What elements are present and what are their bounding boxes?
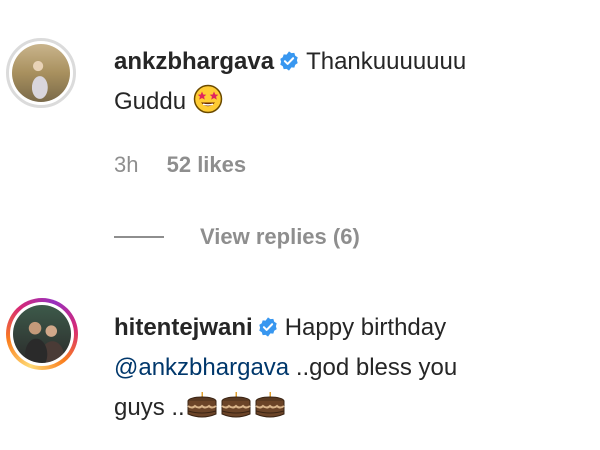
likes-count[interactable]: 52 likes	[167, 152, 247, 177]
profile-photo	[12, 44, 70, 102]
comment-text: Guddu	[114, 88, 187, 115]
comment-text: Happy birthday	[284, 314, 447, 341]
verified-badge-icon	[280, 51, 298, 71]
avatar-story-ring[interactable]	[6, 298, 78, 370]
verified-badge-icon	[258, 317, 277, 337]
replies-divider	[114, 236, 164, 238]
comment-meta: 3h 52 likes	[114, 152, 268, 178]
comment-text: Thankuuuuuuu	[306, 48, 467, 75]
view-replies-label: View replies (6)	[200, 224, 360, 249]
comment-username[interactable]: hitentejwani	[114, 314, 253, 341]
view-replies-button[interactable]: View replies (6)	[114, 224, 360, 250]
comment-body: hitentejwani Happy birthday @ankzbhargav…	[114, 308, 584, 428]
birthday-cake-icon	[255, 392, 285, 418]
profile-photo	[13, 305, 71, 363]
comment-body: ankzbhargava Thankuuuuuuu Guddu	[114, 42, 584, 122]
comment-text: guys ..	[114, 394, 185, 421]
avatar[interactable]	[6, 38, 76, 108]
birthday-cake-icon	[221, 392, 251, 418]
comment-username[interactable]: ankzbhargava	[114, 48, 274, 75]
avatar	[10, 302, 74, 366]
mention-link[interactable]: @ankzbhargava	[114, 354, 289, 381]
star-struck-emoji-icon	[193, 84, 222, 114]
birthday-cake-icon	[187, 392, 217, 418]
comment-text: ..god bless you	[295, 354, 458, 381]
comment-timestamp[interactable]: 3h	[114, 152, 138, 177]
